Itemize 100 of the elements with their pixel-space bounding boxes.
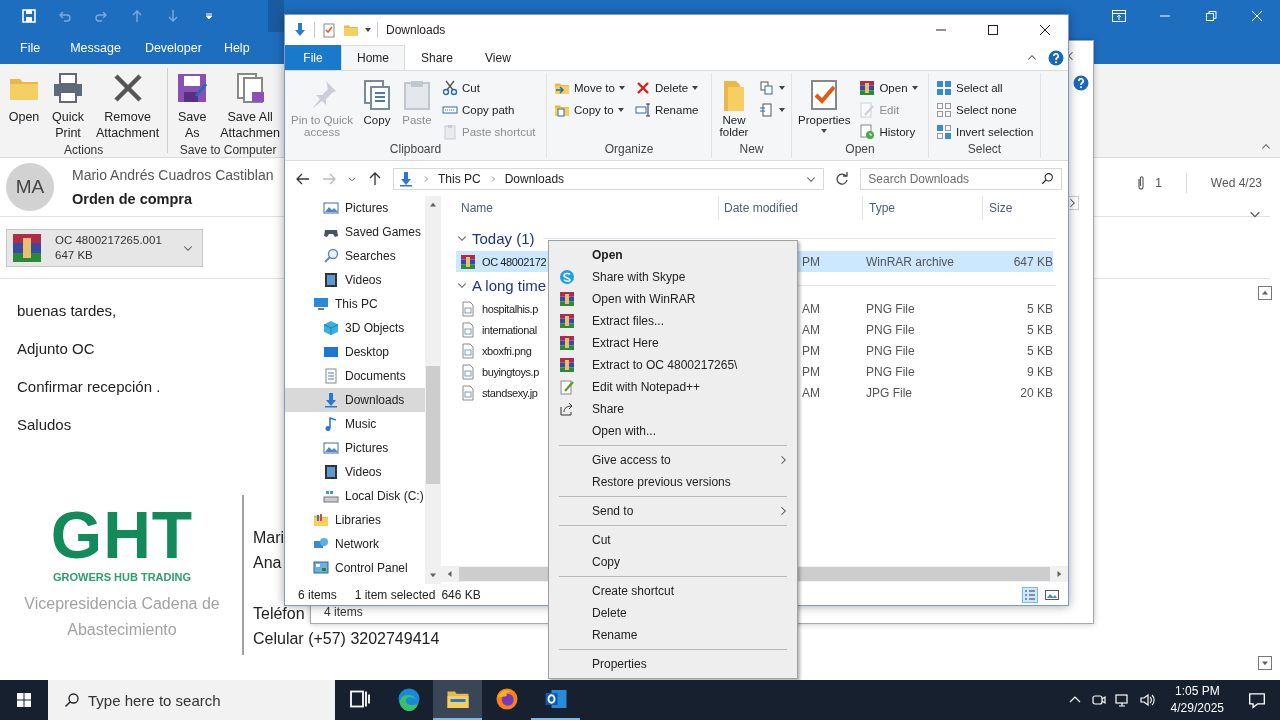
ribbon-button[interactable]: Delete [631, 78, 702, 97]
refresh-icon[interactable] [834, 170, 851, 187]
ribbon-tab[interactable]: Home [341, 45, 405, 70]
nav-item[interactable]: This PC [285, 292, 425, 316]
group-header[interactable]: Today (1) [456, 229, 535, 247]
column-header[interactable]: Date modified [719, 196, 863, 220]
menu-item[interactable]: Extract files... [551, 310, 795, 332]
ribbon-button[interactable]: Copy [359, 75, 395, 142]
maximize-icon[interactable] [985, 22, 1001, 38]
help-icon[interactable] [1073, 75, 1089, 91]
nav-item[interactable]: 3D Objects [285, 316, 425, 340]
menu-item[interactable]: Delete [551, 602, 795, 624]
nav-item[interactable]: Documents [285, 364, 425, 388]
column-header[interactable]: Type [863, 196, 983, 220]
ribbon-button[interactable]: New folder [716, 75, 752, 142]
ribbon-button[interactable]: Remove Attachment [92, 70, 164, 143]
nav-item[interactable]: Desktop [285, 340, 425, 364]
ribbon-button[interactable]: Rename [631, 100, 702, 119]
nav-item[interactable]: Music [285, 412, 425, 436]
nav-item[interactable]: Network [285, 532, 425, 556]
close-icon[interactable] [1037, 22, 1053, 38]
menu-item[interactable]: Send to [551, 500, 795, 522]
ribbon-button[interactable]: Copy path [439, 100, 539, 119]
ribbon-button[interactable]: Open [4, 70, 44, 143]
menu-item[interactable]: Share with Skype [551, 266, 795, 288]
nav-item[interactable]: Videos [285, 460, 425, 484]
ribbon-button[interactable]: Invert selection [933, 122, 1037, 141]
group-header[interactable]: A long time [456, 276, 547, 294]
ribbon-button[interactable]: Save All Attachmen [216, 70, 284, 143]
menu-item[interactable]: Copy [551, 551, 795, 573]
ribbon-tab[interactable]: Developer [144, 41, 202, 55]
ribbon-tab[interactable]: File [20, 41, 41, 55]
menu-item[interactable]: Extract Here [551, 332, 795, 354]
help-icon[interactable] [1048, 49, 1064, 66]
search-field[interactable]: Type here to search [48, 680, 335, 720]
nav-item[interactable]: Local Disk (C:) [285, 484, 425, 508]
column-header[interactable]: Name [441, 196, 719, 220]
menu-item[interactable]: Properties [551, 653, 795, 675]
menu-item[interactable]: Rename [551, 624, 795, 646]
file-name-cell[interactable]: international [456, 319, 546, 340]
menu-item[interactable]: Edit with Notepad++ [551, 376, 795, 398]
search-field[interactable]: Search Downloads [860, 167, 1063, 190]
menu-item[interactable]: Create shortcut [551, 580, 795, 602]
nav-item[interactable]: Pictures [285, 196, 425, 220]
notification-icon[interactable] [1248, 691, 1266, 709]
ribbon-button[interactable]: Select none [933, 100, 1037, 119]
file-name-cell[interactable]: buyingtoys.p [456, 361, 546, 382]
menu-item[interactable]: Open with WinRAR [551, 288, 795, 310]
nav-item[interactable]: Searches [285, 244, 425, 268]
menu-item[interactable]: Cut [551, 529, 795, 551]
network-icon[interactable] [1114, 692, 1131, 708]
file-name-cell[interactable]: OC 48002172 [456, 251, 546, 272]
ribbon-button[interactable]: Select all [933, 78, 1037, 97]
ribbon-button[interactable]: Cut [439, 78, 539, 97]
properties-icon[interactable] [321, 22, 337, 38]
up-arrow-icon[interactable] [367, 170, 383, 187]
nav-item[interactable]: Control Panel [285, 556, 425, 580]
ribbon-button[interactable]: Properties [796, 75, 853, 142]
menu-item[interactable]: Share [551, 398, 795, 420]
ribbon-tab[interactable]: Message [70, 41, 121, 55]
nav-item[interactable]: Videos [285, 268, 425, 292]
ribbon-button[interactable]: Save As [172, 70, 213, 143]
nav-item[interactable]: Libraries [285, 508, 425, 532]
attachment-chip[interactable]: OC 4800217265.001 647 KB [6, 228, 203, 267]
ribbon-button[interactable]: Open [856, 78, 921, 97]
file-name-cell[interactable]: hospitalhis.p [456, 298, 546, 319]
clock[interactable]: 1:05 PM 4/29/2025 [1158, 683, 1234, 717]
nav-item[interactable]: Pictures [285, 436, 425, 460]
camera-icon[interactable] [1090, 692, 1107, 708]
scroll-up-icon[interactable] [1258, 286, 1272, 300]
ribbon-tab[interactable]: Help [223, 41, 250, 55]
restore-icon[interactable] [1203, 8, 1219, 24]
scroll-down-icon[interactable] [1258, 656, 1272, 670]
ribbon-tab[interactable]: Share [405, 45, 470, 70]
scrollbar-thumb[interactable] [426, 366, 440, 484]
menu-item[interactable]: Open with... [551, 420, 795, 442]
nav-item[interactable]: Saved Games [285, 220, 425, 244]
details-view-icon[interactable] [1022, 586, 1038, 603]
menu-item[interactable]: Restore previous versions [551, 471, 795, 493]
menu-item[interactable]: Give access to [551, 449, 795, 471]
download-arrow-icon[interactable] [292, 22, 308, 38]
menu-item[interactable]: Open [551, 244, 795, 266]
menu-item[interactable]: Extract to OC 4800217265\ [551, 354, 795, 376]
taskbar-button[interactable] [433, 680, 482, 720]
address-bar[interactable]: This PC Downloads [393, 167, 825, 190]
file-name-cell[interactable]: standsexy.jp [456, 382, 546, 403]
ribbon-button[interactable]: Copy to [551, 100, 628, 119]
speaker-icon[interactable] [1138, 692, 1155, 708]
breadcrumb[interactable]: Downloads [504, 171, 565, 186]
file-name-cell[interactable]: xboxfri.png [456, 340, 546, 361]
nav-item[interactable]: Downloads [285, 388, 425, 412]
search-icon[interactable] [1041, 172, 1055, 185]
ribbon-tab[interactable]: View [469, 45, 527, 70]
ribbon-tab[interactable]: File [285, 45, 341, 70]
ribbon-button[interactable]: Move to [551, 78, 628, 97]
column-header[interactable]: Size [983, 196, 1065, 220]
save-icon[interactable] [21, 8, 37, 24]
ribbon-display-icon[interactable] [1111, 8, 1127, 24]
ribbon-button[interactable]: Quick Print [48, 70, 88, 143]
breadcrumb[interactable]: This PC [438, 171, 481, 186]
